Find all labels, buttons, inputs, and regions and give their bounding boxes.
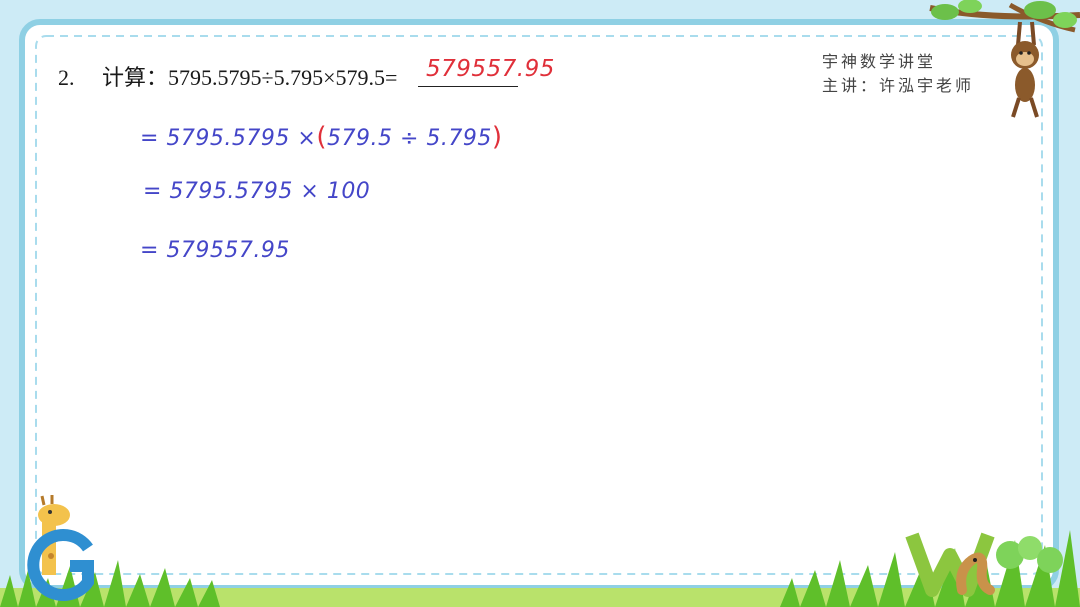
- solution-step-2: = 5795.5795 × 100: [143, 179, 371, 204]
- brand-presenter: 主讲：许泓宇老师: [822, 76, 975, 95]
- brand-title: 宇神数学讲堂: [822, 52, 937, 71]
- problem-statement: 2. 计算：5795.5795÷5.795×579.5=: [58, 60, 397, 92]
- solution-step-1: = 5795.5795 ×(579.5 ÷ 5.795): [140, 122, 503, 152]
- answer-underline: [418, 86, 518, 87]
- answer-blank: 579557.95: [418, 56, 554, 88]
- step-1-prefix: = 5795.5795 ×: [140, 126, 317, 151]
- step-1-inner: 579.5 ÷ 5.795: [326, 126, 492, 151]
- step-1-close-paren: ): [491, 122, 503, 152]
- answer-value: 579557.95: [426, 56, 555, 82]
- problem-number: 2.: [58, 65, 75, 90]
- step-1-open-paren: (: [316, 122, 327, 152]
- problem-expression: 5795.5795÷5.795×579.5=: [168, 65, 398, 90]
- solution-step-3: = 579557.95: [140, 238, 290, 263]
- problem-label: 计算：: [102, 65, 169, 90]
